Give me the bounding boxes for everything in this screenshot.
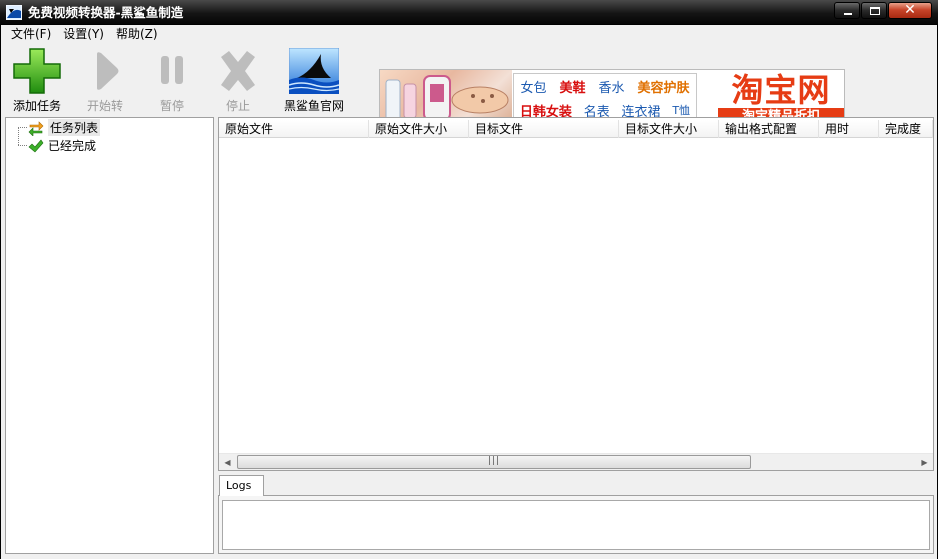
ad-link-shoes[interactable]: 美鞋 [559,77,585,96]
checkmark-icon [28,139,44,152]
pause-icon [161,56,183,84]
minimize-button[interactable] [834,2,860,19]
close-button[interactable]: ✕ [888,2,932,19]
column-source-size[interactable]: 原始文件大小 [369,120,469,138]
menu-bar: 文件(F) 设置(Y) 帮助(Z) [1,25,937,44]
list-header: 原始文件 原始文件大小 目标文件 目标文件大小 输出格式配置 用时 完成度 [219,120,933,138]
stop-label: 停止 [225,99,250,113]
column-source-file[interactable]: 原始文件 [219,120,369,138]
add-task-button[interactable]: 添加任务 [4,48,70,116]
task-list-view: 原始文件 原始文件大小 目标文件 目标文件大小 输出格式配置 用时 完成度 ◀ … [218,117,934,471]
ad-links: 女包 美鞋 香水 美容护肤 日韩女装 名表 连衣裙 T恤 [513,73,697,123]
ad-link-tshirts[interactable]: T恤 [672,102,690,118]
logs-area: Logs [218,473,934,554]
tree-item-task-list[interactable]: 任务列表 [28,119,101,136]
scroll-right-icon[interactable]: ▶ [916,454,933,471]
column-target-file[interactable]: 目标文件 [469,120,619,138]
column-elapsed-time[interactable]: 用时 [819,120,879,138]
logs-textbox[interactable] [222,500,930,550]
scrollbar-thumb[interactable]: ||| [237,455,751,469]
column-output-format[interactable]: 输出格式配置 [719,120,819,138]
add-task-label: 添加任务 [12,99,61,113]
stop-button[interactable]: 停止 [205,48,271,116]
tree-item-completed-label: 已经完成 [48,139,97,153]
plus-icon [13,48,61,94]
pause-button[interactable]: 暂停 [139,48,205,116]
tree-connector [18,145,27,146]
official-site-button[interactable]: 黑鲨鱼官网 [281,48,347,116]
menu-file[interactable]: 文件(F) [5,26,57,43]
main-window: 文件(F) 设置(Y) 帮助(Z) 添加任务 开始转 暂停 停止 黑鲨鱼官网 女… [0,25,938,559]
task-tree: 任务列表 已经完成 [5,117,214,554]
start-button[interactable]: 开始转 [72,48,138,116]
ad-link-skincare[interactable]: 美容护肤 [637,77,689,96]
shark-fin-icon [289,48,339,94]
menu-settings[interactable]: 设置(Y) [57,26,110,43]
ad-link-perfume[interactable]: 香水 [598,77,624,96]
official-site-label: 黑鲨鱼官网 [283,99,344,113]
scroll-left-icon[interactable]: ◀ [219,454,236,471]
title-bar: 免费视频转换器-黑鲨鱼制造 ✕ [0,0,938,25]
maximize-button[interactable] [861,2,887,19]
tree-connector [18,127,19,145]
menu-help[interactable]: 帮助(Z) [110,26,164,43]
tab-logs[interactable]: Logs [219,475,264,496]
pause-label: 暂停 [159,99,184,113]
close-icon: ✕ [904,2,916,18]
ad-link-bags[interactable]: 女包 [520,77,546,96]
app-icon [6,5,22,20]
swap-arrows-icon [28,120,44,136]
horizontal-scrollbar[interactable]: ◀ ||| ▶ [219,453,933,470]
play-icon [97,52,119,90]
start-label: 开始转 [86,99,123,113]
tree-item-completed[interactable]: 已经完成 [28,137,96,154]
tree-item-task-list-label: 任务列表 [48,119,101,136]
maximize-icon [870,7,880,15]
x-icon [221,51,255,91]
column-progress[interactable]: 完成度 [879,120,933,138]
tree-connector [18,127,27,128]
taobao-logo-text: 淘宝网 [731,71,831,109]
window-title: 免费视频转换器-黑鲨鱼制造 [28,5,184,20]
logs-panel [218,495,934,554]
column-target-size[interactable]: 目标文件大小 [619,120,719,138]
minimize-icon [844,13,852,15]
